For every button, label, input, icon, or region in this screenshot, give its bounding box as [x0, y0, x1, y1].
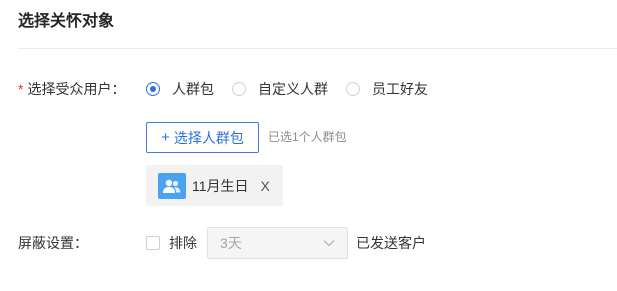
select-crowd-package-button[interactable]: + 选择人群包 [146, 122, 259, 153]
close-icon[interactable]: X [261, 178, 270, 194]
radio-dot[interactable] [346, 82, 360, 96]
days-select[interactable]: 3天 [207, 227, 348, 259]
shield-settings-label: 屏蔽设置： [18, 235, 88, 251]
days-select-value: 3天 [220, 235, 242, 251]
divider [18, 48, 617, 49]
exclude-checkbox[interactable] [146, 236, 160, 250]
radio-label: 员工好友 [372, 81, 428, 97]
shield-settings-row: 排除 3天 已发送客户 [146, 227, 426, 259]
required-mark: * [18, 81, 24, 97]
radio-custom-crowd[interactable]: 自定义人群 [232, 79, 328, 99]
radio-dot[interactable] [232, 82, 246, 96]
radio-label: 自定义人群 [258, 81, 328, 97]
audience-label-text: 选择受众用户： [27, 81, 126, 97]
radio-label: 人群包 [172, 81, 214, 97]
selected-crowd-tag: 11月生日 X [146, 165, 283, 206]
selected-count-hint: 已选1个人群包 [268, 130, 347, 144]
radio-dot[interactable] [146, 82, 160, 96]
audience-label: * 选择受众用户： [18, 79, 125, 99]
exclude-label: 排除 [169, 235, 197, 251]
section-title: 选择关怀对象 [18, 13, 115, 30]
select-crowd-package-label: 选择人群包 [173, 129, 244, 146]
plus-icon: + [161, 129, 170, 146]
radio-staff-friends[interactable]: 员工好友 [346, 79, 428, 99]
audience-radio-group: 人群包 自定义人群 员工好友 [146, 79, 446, 99]
tag-label: 11月生日 [192, 177, 249, 194]
radio-crowd-package[interactable]: 人群包 [146, 79, 214, 99]
chevron-down-icon [323, 240, 335, 247]
people-icon [158, 172, 186, 199]
sent-customers-label: 已发送客户 [356, 235, 426, 251]
